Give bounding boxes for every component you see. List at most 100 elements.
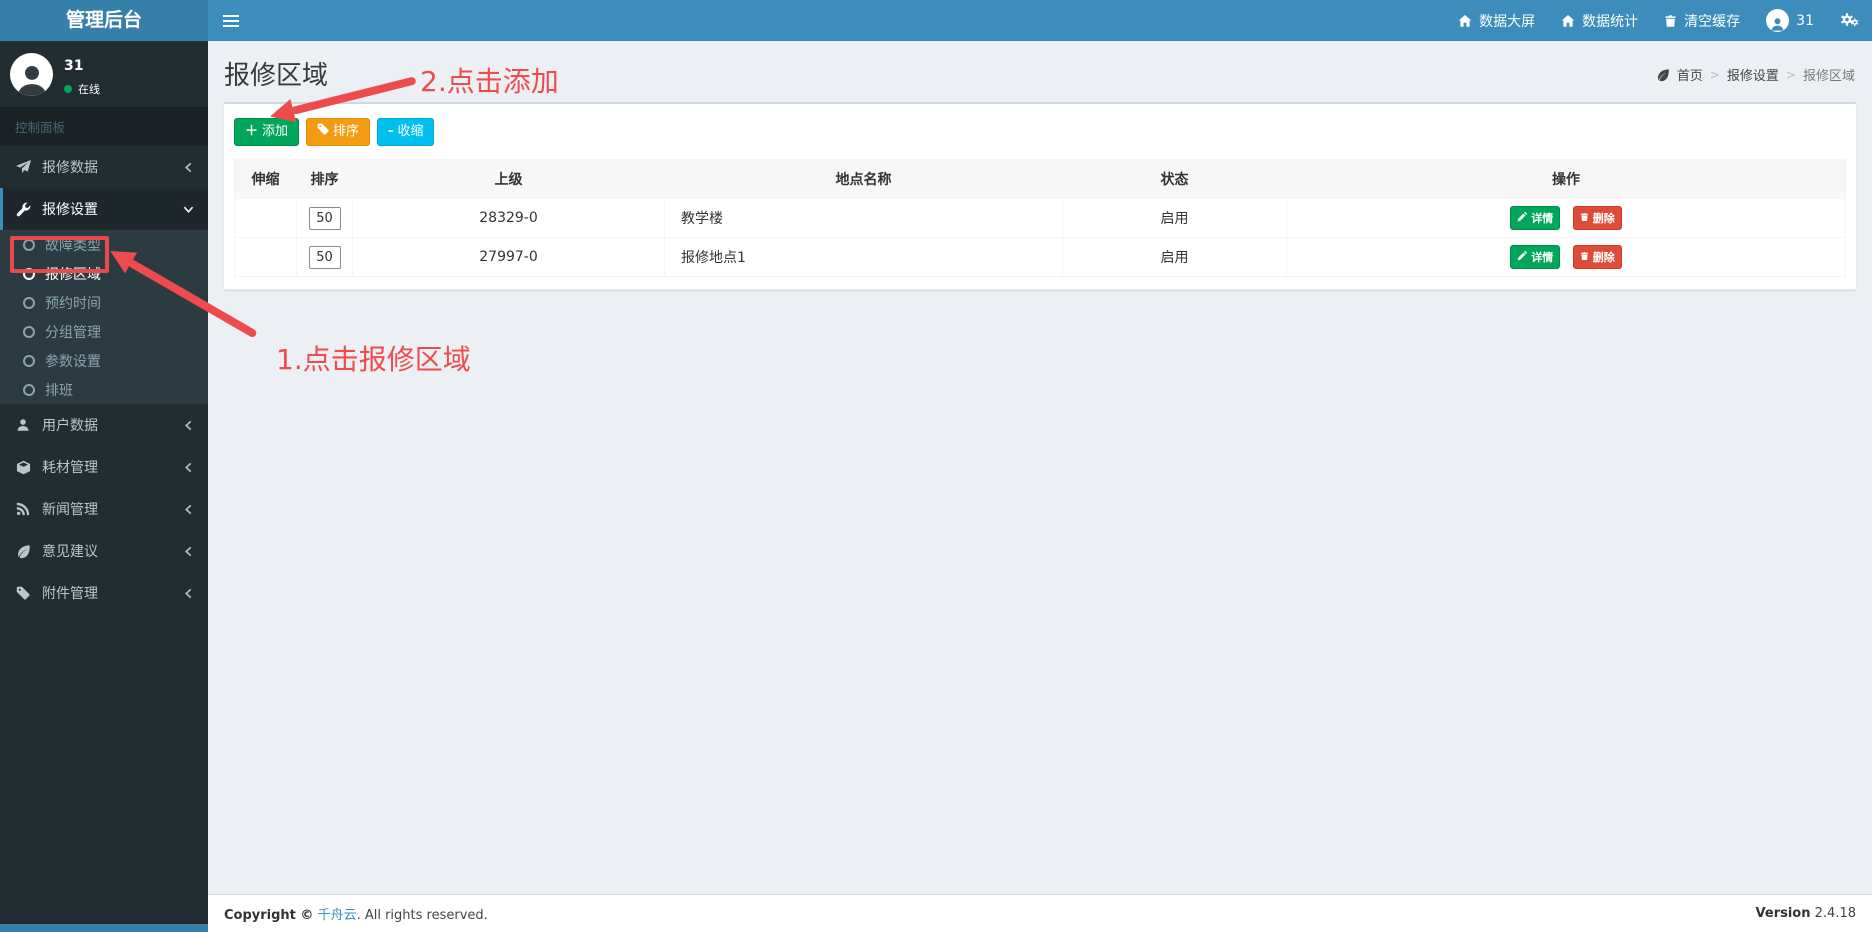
cell-sort — [296, 237, 353, 278]
collapse-button[interactable]: - 收缩 — [377, 118, 435, 147]
nav-item-data-stats[interactable]: 数据统计 — [1548, 0, 1651, 41]
cube-icon — [16, 460, 42, 475]
chevron-left-icon — [183, 462, 194, 473]
rss-icon — [16, 502, 42, 516]
menu-toggle-icon[interactable] — [208, 0, 254, 41]
content-box: ＋添加 排序 - 收缩 伸缩 排序 上级 地点名称 状态 操作 50 28329… — [223, 102, 1857, 291]
col-header-sort: 排序 — [296, 159, 353, 200]
sidebar-item-news[interactable]: 新闻管理 — [0, 488, 208, 530]
trash-icon — [1580, 212, 1589, 225]
user-badge: 31 — [1796, 12, 1814, 29]
breadcrumb-leaf-icon — [1656, 68, 1670, 82]
cell-actions: 详情 删除 — [1286, 198, 1846, 239]
col-header-parent: 上级 — [352, 159, 665, 200]
sidebar-bottom-strip — [0, 924, 208, 932]
table-row: 28329-0 教学楼 启用 详情 删除 — [234, 198, 1846, 239]
cell-parent: 27997-0 — [352, 237, 665, 278]
nav-item-data-screen[interactable]: 数据大屏 — [1445, 0, 1548, 41]
chevron-left-icon — [183, 588, 194, 599]
company-link[interactable]: 千舟云 — [318, 908, 357, 923]
col-header-expand: 伸缩 — [234, 159, 297, 200]
cell-name: 教学楼 — [664, 198, 1063, 239]
table-header-row: 伸缩 排序 上级 地点名称 状态 操作 — [234, 159, 1846, 200]
sidebar-item-consumables[interactable]: 耗材管理 — [0, 446, 208, 488]
breadcrumb-separator: > — [1785, 67, 1796, 82]
app-logo[interactable]: 管理后台 — [0, 0, 208, 41]
breadcrumb-home[interactable]: 首页 — [1677, 65, 1703, 84]
circle-o-icon — [23, 325, 35, 338]
circle-o-icon — [23, 383, 35, 396]
cell-actions: 删除详情 删除 — [1286, 237, 1846, 278]
breadcrumb: 首页 > 报修设置 > 报修区域 — [1656, 65, 1855, 84]
sidebar-user-status[interactable]: 在线 — [64, 81, 100, 97]
sidebar-item-repair-data[interactable]: 报修数据 — [0, 146, 208, 188]
area-table: 伸缩 排序 上级 地点名称 状态 操作 28329-0 教学楼 启用 — [234, 159, 1846, 278]
sidebar: 31 在线 控制面板 报修数据 报修设置 故障类型 报修区域 预约时间 分组管理… — [0, 41, 208, 932]
leaf-icon — [16, 544, 42, 559]
sidebar-item-user-data[interactable]: 用户数据 — [0, 404, 208, 446]
table-row: 27997-0 报修地点1 启用 删除详情 删除 — [234, 237, 1846, 278]
sort-button[interactable]: 排序 — [306, 118, 371, 147]
detail-button[interactable]: 详情 — [1510, 206, 1561, 231]
cell-status: 启用 — [1062, 198, 1287, 239]
col-header-status: 状态 — [1062, 159, 1287, 200]
breadcrumb-current: 报修区域 — [1802, 69, 1855, 84]
cell-name: 报修地点1 — [664, 237, 1063, 278]
nav-settings[interactable] — [1827, 0, 1872, 41]
user-avatar-icon — [10, 53, 53, 96]
nav-user-menu[interactable]: 31 — [1753, 0, 1827, 41]
sidebar-user-panel: 31 在线 — [0, 41, 208, 107]
col-header-actions: 操作 — [1286, 159, 1846, 200]
footer-copyright: Copyright © 千舟云. All rights reserved. — [224, 908, 488, 923]
edit-icon — [1517, 250, 1528, 264]
cell-expand — [234, 198, 297, 239]
wrench-icon — [16, 202, 42, 217]
user-icon — [16, 418, 42, 432]
sidebar-menu: 报修数据 报修设置 故障类型 报修区域 预约时间 分组管理 参数设置 排班 用户… — [0, 146, 208, 614]
minus-icon: - — [388, 124, 394, 139]
sort-order-input[interactable] — [308, 206, 341, 230]
page-title: 报修区域 — [224, 61, 329, 91]
top-navbar: 管理后台 数据大屏 数据统计 清空缓存 31 — [0, 0, 1872, 41]
gears-icon — [1840, 13, 1859, 28]
cell-sort — [296, 198, 353, 239]
delete-button[interactable]: 删除 — [1572, 245, 1622, 270]
online-dot-icon — [64, 85, 72, 93]
cell-expand — [234, 237, 297, 278]
sort-order-input[interactable] — [308, 245, 341, 269]
delete-button[interactable]: 删除 — [1572, 206, 1622, 231]
tag-icon — [16, 586, 42, 600]
chevron-left-icon — [183, 162, 194, 173]
sidebar-subitem-group-management[interactable]: 分组管理 — [0, 317, 208, 346]
annotation-highlight-rect — [10, 236, 109, 273]
user-avatar-icon — [1766, 9, 1790, 32]
chevron-left-icon — [183, 546, 194, 557]
edit-icon — [1517, 211, 1528, 225]
home-icon — [1561, 14, 1575, 28]
col-header-name: 地点名称 — [664, 159, 1063, 200]
navbar-right-menu: 数据大屏 数据统计 清空缓存 31 — [1445, 0, 1872, 41]
breadcrumb-separator: > — [1709, 67, 1720, 82]
paper-plane-icon — [16, 159, 42, 175]
sidebar-subitem-scheduling[interactable]: 排班 — [0, 375, 208, 404]
breadcrumb-section[interactable]: 报修设置 — [1727, 65, 1779, 84]
sidebar-section-header: 控制面板 — [0, 107, 208, 146]
home-icon — [1458, 14, 1472, 28]
sidebar-item-feedback[interactable]: 意见建议 — [0, 530, 208, 572]
annotation-step1-label: 1.点击报修区域 — [276, 343, 471, 376]
footer-version: Version 2.4.18 — [1755, 906, 1856, 921]
trash-icon — [1664, 14, 1677, 28]
annotation-step2-label: 2.点击添加 — [420, 65, 559, 98]
nav-item-clear-cache[interactable]: 清空缓存 — [1651, 0, 1753, 41]
detail-button[interactable]: 删除详情 — [1510, 245, 1561, 270]
sidebar-item-attachments[interactable]: 附件管理 — [0, 572, 208, 614]
sidebar-user-name: 31 — [64, 58, 84, 74]
sidebar-item-repair-settings[interactable]: 报修设置 — [0, 188, 208, 230]
footer: Copyright © 千舟云. All rights reserved. Ve… — [208, 894, 1872, 932]
sidebar-subitem-parameter-settings[interactable]: 参数设置 — [0, 346, 208, 375]
cell-status: 启用 — [1062, 237, 1287, 278]
main-content: 报修区域 首页 > 报修设置 > 报修区域 ＋添加 排序 - 收缩 伸缩 排序 … — [208, 41, 1872, 894]
trash-icon — [1580, 251, 1589, 264]
toolbar: ＋添加 排序 - 收缩 — [234, 118, 1846, 147]
tag-icon — [317, 123, 329, 141]
